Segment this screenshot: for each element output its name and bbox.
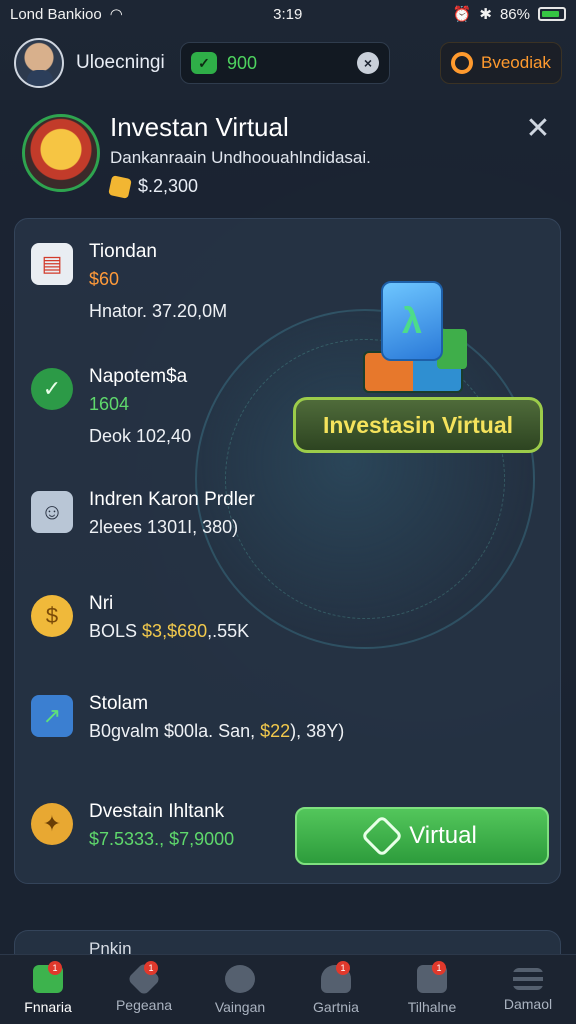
item-value-amount: $22 bbox=[260, 721, 291, 741]
virtual-button-label: Virtual bbox=[409, 822, 477, 849]
clock: 3:19 bbox=[273, 5, 303, 23]
list-item[interactable]: $ Nri BOLS $3,$680,.55K bbox=[31, 591, 331, 681]
investment-card: ▤ Tiondan $60 Hnator. 37.20,0M ✓ Napotem… bbox=[14, 218, 561, 884]
check-icon: ✓ bbox=[191, 52, 217, 74]
battery-icon bbox=[538, 7, 566, 21]
list-item[interactable]: ✦ Dvestain Ihltank $7.5333., $7,9000 bbox=[31, 799, 331, 883]
nav-label: Vaingan bbox=[214, 998, 266, 1015]
lightbulb-avatar bbox=[22, 114, 100, 192]
balance-pill[interactable]: ✓ 900 × bbox=[180, 42, 390, 84]
item-title: Stolam bbox=[89, 693, 149, 714]
modal-coins-value: $.2,300 bbox=[138, 176, 199, 196]
modal-coins: $.2,300 bbox=[108, 174, 199, 199]
item-title: Dvestain Ihltank bbox=[89, 801, 225, 822]
wifi-icon: ◠ bbox=[109, 6, 123, 23]
cube-illustration: λ bbox=[363, 281, 473, 401]
item-value-prefix: BOLS bbox=[89, 621, 138, 641]
nav-label: Damaol bbox=[503, 995, 553, 1012]
nav-item-timeline[interactable]: 1 Tilhalne bbox=[384, 955, 480, 1024]
list-item[interactable]: ☺ Indren Karon Prdler 2leees 1301I, 380) bbox=[31, 487, 331, 577]
item-title: Indren Karon Prdler bbox=[89, 489, 255, 510]
virtual-button[interactable]: Virtual bbox=[295, 807, 549, 865]
notification-badge: 1 bbox=[144, 961, 158, 975]
nav-item-pages[interactable]: 1 Pegeana bbox=[96, 955, 192, 1024]
search-icon bbox=[225, 964, 255, 993]
nav-item-search[interactable]: Vaingan bbox=[192, 955, 288, 1024]
modal-header: Investan Virtual Dankanraain Undhoouahln… bbox=[20, 110, 556, 210]
virtual-icon bbox=[360, 814, 404, 858]
investment-modal: Investan Virtual Dankanraain Undhoouahln… bbox=[0, 100, 576, 970]
modal-subtitle: Dankanraain Undhoouahlndidasai. bbox=[110, 148, 371, 167]
notification-badge: 1 bbox=[432, 961, 446, 975]
item-value: B0gvalm $00la. San, $22), 38Y) bbox=[89, 721, 344, 742]
cube-top-icon: λ bbox=[381, 281, 443, 361]
item-value-amount: $3,$680 bbox=[142, 621, 208, 641]
money-badge-icon: ✦ bbox=[31, 803, 73, 845]
bluetooth-icon: ✱ bbox=[479, 6, 492, 23]
feedback-button[interactable]: Bveodiak bbox=[440, 42, 562, 84]
nav-label: Pegeana bbox=[115, 996, 173, 1013]
modal-close-button[interactable]: ✕ bbox=[522, 114, 554, 146]
carrier-label: Lond Bankioo bbox=[10, 5, 102, 23]
item-title: Napotem$a bbox=[89, 366, 188, 387]
modal-title: Investan Virtual bbox=[110, 112, 289, 142]
nav-item-menu[interactable]: Damaol bbox=[480, 955, 576, 1024]
item-title: Tiondan bbox=[89, 241, 157, 262]
menu-icon bbox=[513, 967, 543, 990]
growth-chart-icon: ↗ bbox=[31, 695, 73, 737]
list-item[interactable]: ▤ Tiondan $60 Hnator. 37.20,0M bbox=[31, 239, 331, 329]
alarm-icon: ⏰ bbox=[452, 6, 472, 23]
battery-percent: 86% bbox=[499, 5, 530, 23]
list-item[interactable]: ↗ Stolam B0gvalm $00la. San, $22), 38Y) bbox=[31, 691, 344, 781]
person-avatar-icon: ☺ bbox=[31, 491, 73, 533]
document-icon: ▤ bbox=[31, 243, 73, 285]
item-value-suffix: ), 38Y) bbox=[290, 721, 345, 741]
user-avatar[interactable] bbox=[14, 38, 64, 88]
balance-amount: 900 bbox=[227, 52, 258, 73]
notification-badge: 1 bbox=[48, 961, 62, 975]
item-detail: Hnator. 37.20,0M bbox=[89, 301, 228, 321]
close-icon[interactable]: × bbox=[357, 52, 379, 74]
promo-banner[interactable]: Investasin Virtual bbox=[293, 397, 543, 453]
nav-item-home[interactable]: 1 Fnnaria bbox=[0, 955, 96, 1024]
item-value: BOLS $3,$680,.55K bbox=[89, 621, 249, 642]
item-value: 2leees 1301I, 380) bbox=[89, 517, 239, 537]
top-header: Uloecningi ✓ 900 × Bveodiak bbox=[0, 32, 576, 94]
status-bar: Lond Bankioo ◠ 3:19 ⏰ ✱ 86% bbox=[0, 0, 576, 28]
list-item[interactable]: ✓ Napotem$a 1604 Deok 102,40 bbox=[31, 364, 331, 454]
nav-label: Tilhalne bbox=[407, 998, 457, 1015]
item-value: $7.5333., $7,9000 bbox=[89, 829, 235, 849]
feedback-icon bbox=[451, 52, 473, 74]
gold-coin-icon bbox=[108, 174, 132, 199]
nav-item-profile[interactable]: 1 Gartnia bbox=[288, 955, 384, 1024]
item-value: 1604 bbox=[89, 394, 130, 414]
check-circle-icon: ✓ bbox=[31, 368, 73, 410]
bottom-navigation: 1 Fnnaria 1 Pegeana Vaingan 1 Gartnia 1 … bbox=[0, 954, 576, 1024]
notification-badge: 1 bbox=[336, 961, 350, 975]
item-title: Nri bbox=[89, 593, 114, 614]
feedback-label: Bveodiak bbox=[481, 53, 551, 72]
item-value-suffix: ,.55K bbox=[207, 621, 250, 641]
item-value-prefix: B0gvalm $00la. San, bbox=[89, 721, 256, 741]
item-value: $60 bbox=[89, 269, 120, 289]
username: Uloecningi bbox=[76, 52, 165, 73]
item-detail: Deok 102,40 bbox=[89, 426, 192, 446]
dollar-coin-icon: $ bbox=[31, 595, 73, 637]
nav-label: Gartnia bbox=[313, 998, 359, 1015]
nav-label: Fnnaria bbox=[24, 998, 72, 1015]
